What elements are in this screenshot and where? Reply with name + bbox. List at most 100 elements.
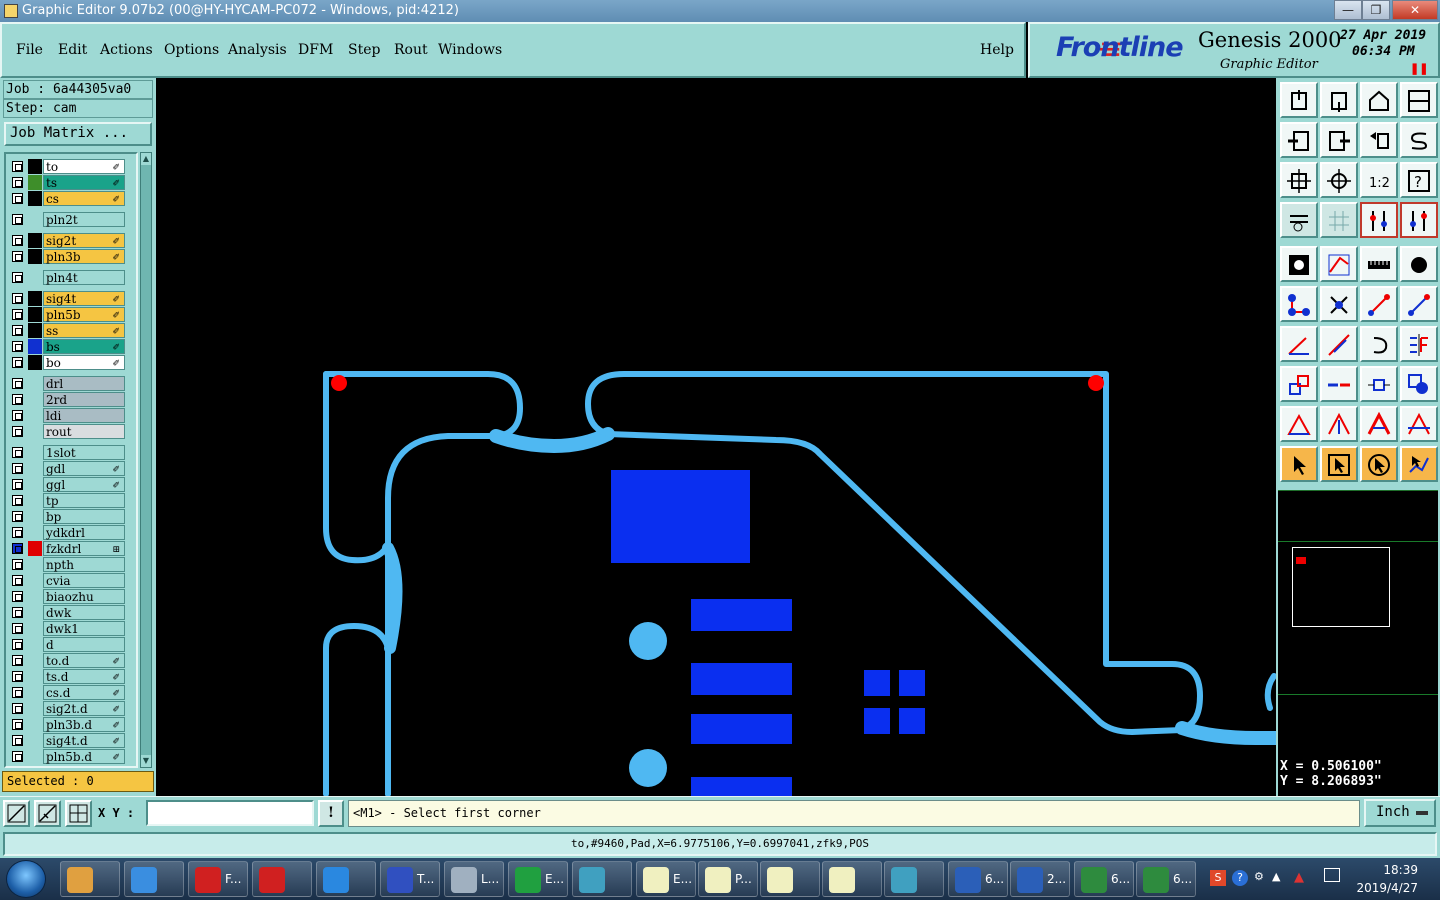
- taskbar-item-x-window-icon[interactable]: P...: [698, 861, 758, 897]
- taskbar-item-excel-icon[interactable]: 6...: [1136, 861, 1196, 897]
- layer-checkbox[interactable]: [12, 479, 23, 490]
- unit-selector[interactable]: Inch: [1364, 799, 1436, 827]
- snap-toggle-icon[interactable]: [1400, 202, 1438, 238]
- layer-row-pln5b-d[interactable]: pln5b.d ✐: [8, 749, 138, 764]
- layer-checkbox[interactable]: [12, 272, 23, 283]
- close-button[interactable]: ✕: [1392, 0, 1438, 20]
- layer-checkbox[interactable]: [12, 671, 23, 682]
- redraw-icon[interactable]: [1400, 122, 1438, 158]
- layer-row-sig4t-d[interactable]: sig4t.d ✐: [8, 733, 138, 748]
- layer-checkbox[interactable]: [12, 575, 23, 586]
- layer-row-ydkdrl[interactable]: ydkdrl: [8, 525, 138, 540]
- pointer-path-icon[interactable]: [1400, 446, 1438, 482]
- settings-tray-icon[interactable]: ⚙: [1254, 870, 1264, 883]
- layer-checkbox[interactable]: [12, 591, 23, 602]
- layer-row-to-d[interactable]: to.d ✐: [8, 653, 138, 668]
- clock-date[interactable]: 2019/4/27: [1356, 881, 1418, 895]
- layer-checkbox[interactable]: [12, 193, 23, 204]
- layer-row-ggl[interactable]: ggl ✐: [8, 477, 138, 492]
- ruler-icon[interactable]: [1360, 246, 1398, 282]
- zoom-ratio-icon[interactable]: 1:2: [1360, 162, 1398, 198]
- layer-row-to[interactable]: to ✐: [8, 159, 138, 174]
- taskbar-item-excel-icon[interactable]: 6...: [1074, 861, 1134, 897]
- layer-row-drl[interactable]: drl: [8, 376, 138, 391]
- layer-checkbox[interactable]: [12, 463, 23, 474]
- maximize-button[interactable]: ❐: [1362, 0, 1390, 20]
- app-tray-icon[interactable]: ▲: [1294, 870, 1304, 885]
- layer-checkbox[interactable]: [12, 309, 23, 320]
- layer-checkbox[interactable]: [12, 251, 23, 262]
- layer-row-dwk[interactable]: dwk: [8, 605, 138, 620]
- layer-checkbox[interactable]: [12, 687, 23, 698]
- pan-left-icon[interactable]: [1280, 122, 1318, 158]
- graphic-canvas[interactable]: [156, 78, 1283, 797]
- layer-checkbox[interactable]: [12, 177, 23, 188]
- taskbar-item-word-icon[interactable]: 6...: [948, 861, 1008, 897]
- layer-row-ts-d[interactable]: ts.d ✐: [8, 669, 138, 684]
- pointer-box-icon[interactable]: [1320, 446, 1358, 482]
- execute-button[interactable]: !: [318, 800, 344, 827]
- layer-checkbox[interactable]: [12, 527, 23, 538]
- taskbar-item-ie-icon[interactable]: [316, 861, 376, 897]
- split-line-icon[interactable]: [1320, 366, 1358, 402]
- layer-checkbox[interactable]: [12, 719, 23, 730]
- job-matrix-button[interactable]: Job Matrix ...: [4, 122, 152, 146]
- taskbar-item-bird-icon[interactable]: [124, 861, 184, 897]
- taskbar-item-g-logo-icon[interactable]: F...: [188, 861, 248, 897]
- overview-map[interactable]: [1278, 490, 1438, 758]
- menu-actions[interactable]: Actions: [100, 42, 153, 58]
- taskbar-item-word-icon[interactable]: 2...: [1010, 861, 1070, 897]
- home-icon[interactable]: [1360, 82, 1398, 118]
- layer-checkbox[interactable]: [12, 543, 23, 554]
- layer-checkbox[interactable]: [12, 447, 23, 458]
- snap-layer-icon[interactable]: [1360, 202, 1398, 238]
- pointer-icon[interactable]: [1280, 446, 1318, 482]
- menu-file[interactable]: File: [16, 42, 43, 58]
- help-icon[interactable]: ?: [1400, 162, 1438, 198]
- copy-pad-icon[interactable]: [1400, 366, 1438, 402]
- menu-rout[interactable]: Rout: [394, 42, 428, 58]
- move-icon[interactable]: [1280, 366, 1318, 402]
- triangle-fill-icon[interactable]: [1360, 406, 1398, 442]
- pan-up-icon[interactable]: [1280, 82, 1318, 118]
- network-icon[interactable]: [1324, 868, 1340, 882]
- scroll-up-icon[interactable]: ▲: [141, 153, 151, 165]
- layer-checkbox[interactable]: [12, 735, 23, 746]
- taskbar-item-eye-icon[interactable]: [884, 861, 944, 897]
- undo-view-icon[interactable]: [1360, 122, 1398, 158]
- layer-checkbox[interactable]: [12, 410, 23, 421]
- menu-edit[interactable]: Edit: [58, 42, 87, 58]
- triangle-base-icon[interactable]: [1400, 406, 1438, 442]
- layer-row-bs[interactable]: bs ✐: [8, 339, 138, 354]
- taskbar-item-x-window-icon[interactable]: [822, 861, 882, 897]
- layer-row-bo[interactable]: bo ✐: [8, 355, 138, 370]
- layer-row-cvia[interactable]: cvia: [8, 573, 138, 588]
- layer-checkbox[interactable]: [12, 511, 23, 522]
- layer-checkbox[interactable]: [12, 214, 23, 225]
- taskbar-item-eye-icon[interactable]: [572, 861, 632, 897]
- layer-checkbox[interactable]: [12, 751, 23, 762]
- layer-checkbox[interactable]: [12, 703, 23, 714]
- layer-checkbox[interactable]: [12, 495, 23, 506]
- pad-icon[interactable]: [1400, 246, 1438, 282]
- layer-checkbox[interactable]: [12, 426, 23, 437]
- menu-options[interactable]: Options: [164, 42, 219, 58]
- layer-row-bp[interactable]: bp: [8, 509, 138, 524]
- show-hidden-icons[interactable]: ▲: [1272, 870, 1280, 883]
- layer-row-gdl[interactable]: gdl ✐: [8, 461, 138, 476]
- layer-row-ldi[interactable]: ldi: [8, 408, 138, 423]
- triangle-up-icon[interactable]: [1320, 406, 1358, 442]
- layer-checkbox[interactable]: [12, 357, 23, 368]
- layer-row-tp[interactable]: tp: [8, 493, 138, 508]
- pointer-circle-icon[interactable]: [1360, 446, 1398, 482]
- angle-icon[interactable]: [1280, 326, 1318, 362]
- layer-checkbox[interactable]: [12, 341, 23, 352]
- layer-checkbox[interactable]: [12, 235, 23, 246]
- layer-row-pln5b[interactable]: pln5b ✐: [8, 307, 138, 322]
- taskbar-item-floppy-icon[interactable]: T...: [380, 861, 440, 897]
- layer-row-pln2t[interactable]: pln2t: [8, 212, 138, 227]
- help-tray-icon[interactable]: ?: [1232, 870, 1248, 886]
- line-alt-icon[interactable]: [1400, 286, 1438, 322]
- window-split-icon[interactable]: [1400, 82, 1438, 118]
- layer-row-ss[interactable]: ss ✐: [8, 323, 138, 338]
